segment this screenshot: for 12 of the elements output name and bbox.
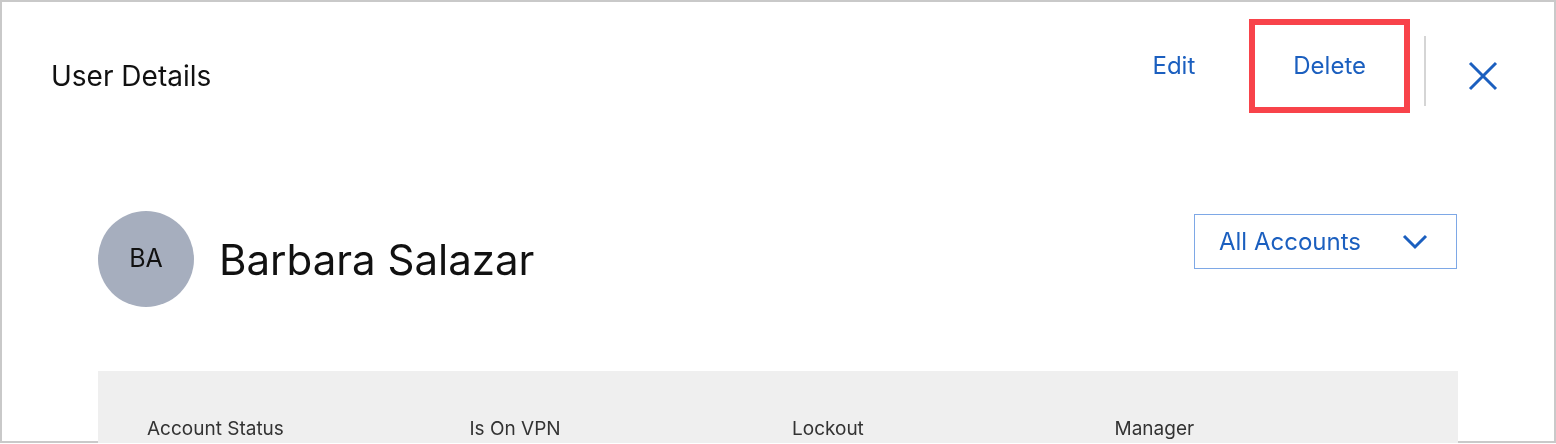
chevron-down-icon: [1402, 233, 1428, 250]
action-link[interactable]: Edit: [1138, 19, 1210, 113]
accounts-dropdown[interactable]: All Accounts: [1194, 214, 1457, 269]
field-label: Lockout: [792, 418, 865, 439]
avatar: BA: [98, 211, 194, 307]
action-link[interactable]: Delete: [1249, 19, 1410, 113]
field-label: Manager: [1114, 418, 1196, 439]
user-name: Barbara Salazar: [219, 232, 536, 287]
close-icon[interactable]: [1468, 61, 1498, 91]
field-label: Is On VPN: [469, 418, 562, 439]
panel-title: User Details: [51, 58, 213, 95]
field-label: Account Status: [147, 418, 285, 439]
